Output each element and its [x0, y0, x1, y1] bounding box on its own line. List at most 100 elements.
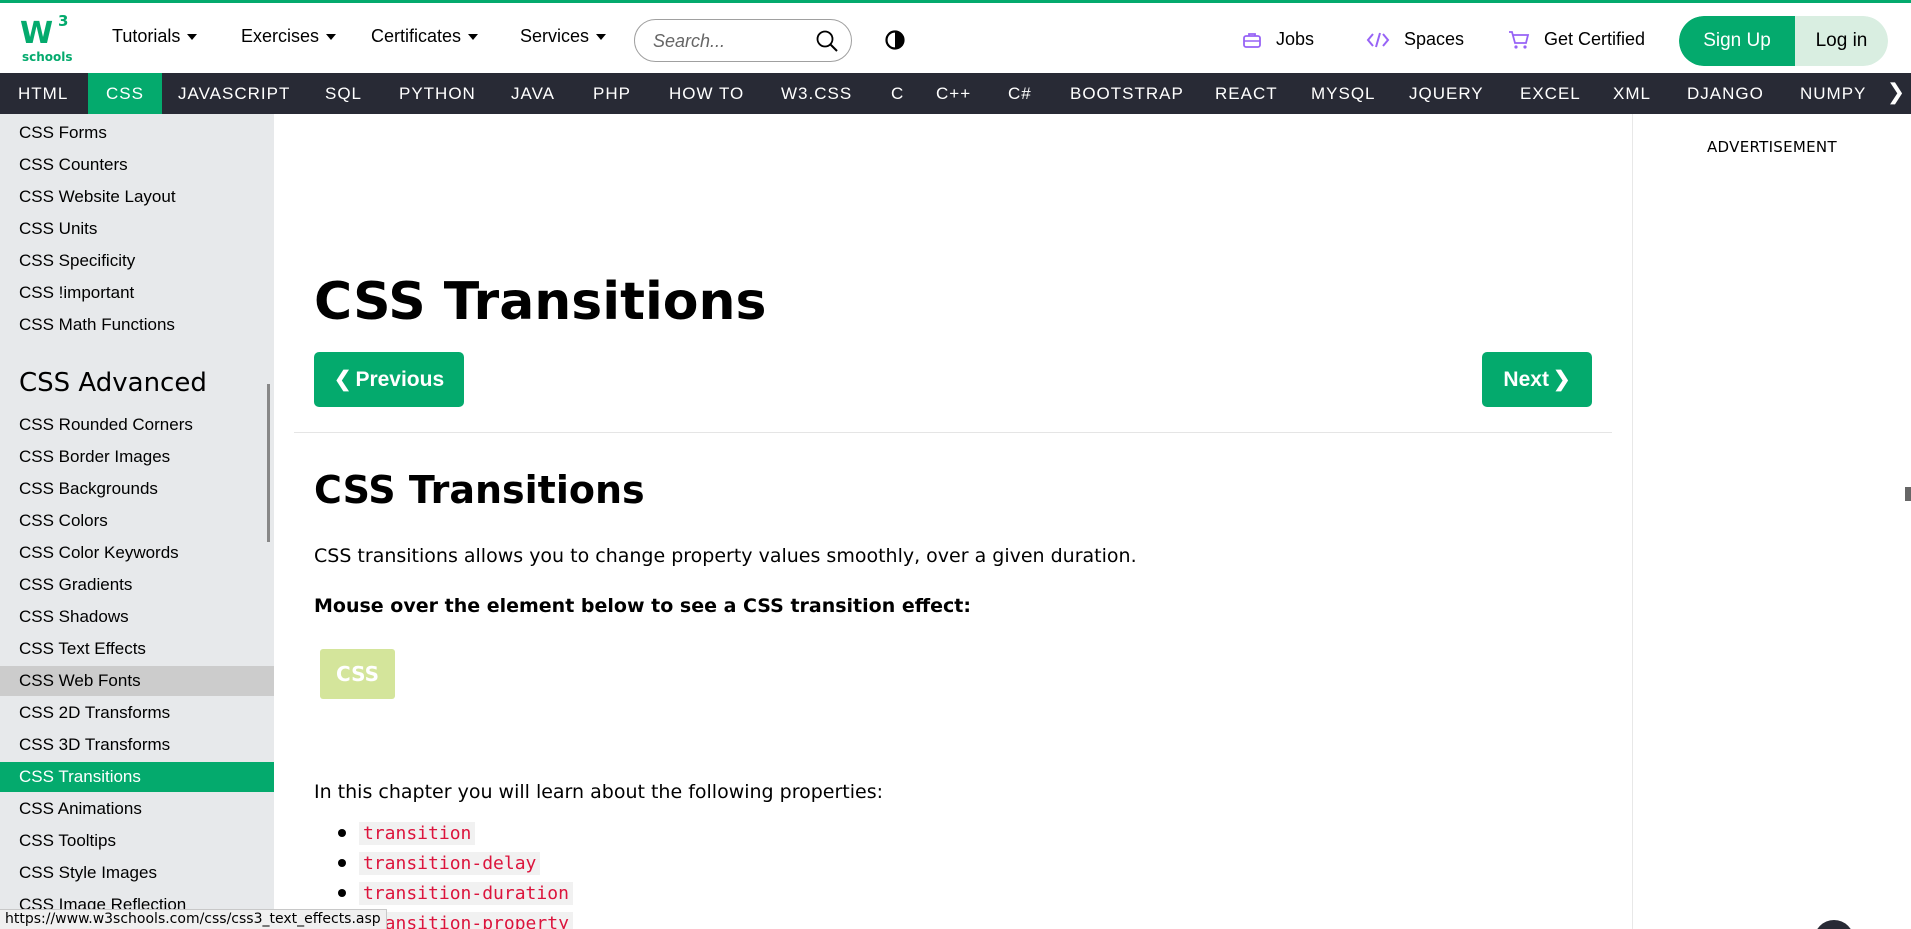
sidebar-item[interactable]: CSS !important: [0, 278, 274, 308]
chapter-intro: In this chapter you will learn about the…: [314, 781, 884, 803]
w3schools-logo[interactable]: W 3 schools: [20, 12, 74, 64]
topic-bar: HTML CSS JAVASCRIPT SQL PYTHON JAVA PHP …: [0, 73, 1911, 114]
sidebar-item[interactable]: CSS Colors: [0, 506, 274, 536]
topic-react[interactable]: REACT: [1197, 73, 1296, 114]
sidebar-scrollbar[interactable]: [267, 384, 270, 542]
sidebar-item[interactable]: CSS Counters: [0, 150, 274, 180]
topic-python[interactable]: PYTHON: [381, 73, 494, 114]
property-code: transition: [359, 821, 476, 845]
sidebar-item[interactable]: CSS 2D Transforms: [0, 698, 274, 728]
code-icon: [1366, 32, 1390, 47]
jobs-label: Jobs: [1276, 29, 1315, 49]
topic-java[interactable]: JAVA: [493, 73, 573, 114]
topic-html[interactable]: HTML: [0, 73, 86, 114]
page-title: CSS Transitions: [314, 272, 767, 332]
menu-certificates[interactable]: Certificates: [371, 26, 479, 47]
list-item: transition-duration: [314, 878, 573, 908]
chevron-down-icon: [187, 33, 198, 40]
jobs-link[interactable]: Jobs: [1242, 29, 1314, 50]
sidebar-item[interactable]: CSS Backgrounds: [0, 474, 274, 504]
topic-numpy[interactable]: NUMPY: [1782, 73, 1884, 114]
sidebar-item[interactable]: CSS Animations: [0, 794, 274, 824]
logo-mark: W: [20, 16, 53, 51]
page-scrollbar[interactable]: [1905, 487, 1911, 501]
bullet: [338, 829, 346, 837]
main-content: CSS Transitions ❮ Previous Next ❯ CSS Tr…: [274, 114, 1632, 929]
topic-cpp[interactable]: C++: [918, 73, 989, 114]
sidebar-item-active[interactable]: CSS Transitions: [0, 762, 274, 792]
sidebar-item[interactable]: CSS Color Keywords: [0, 538, 274, 568]
intro-text: CSS transitions allows you to change pro…: [314, 545, 1137, 567]
spaces-label: Spaces: [1404, 29, 1465, 49]
advertisement-label: ADVERTISEMENT: [1707, 138, 1837, 156]
chevron-down-icon: [326, 33, 337, 40]
search-input[interactable]: [653, 29, 803, 53]
topic-django[interactable]: DJANGO: [1669, 73, 1782, 114]
sidebar-item[interactable]: CSS Math Functions: [0, 310, 274, 340]
menu-exercises[interactable]: Exercises: [241, 26, 337, 47]
topic-jquery[interactable]: JQUERY: [1391, 73, 1502, 114]
sidebar-item[interactable]: CSS Units: [0, 214, 274, 244]
sidebar-item[interactable]: CSS Website Layout: [0, 182, 274, 212]
auth-buttons: Sign Up Log in: [1679, 16, 1888, 66]
sidebar-item-hovered[interactable]: CSS Web Fonts: [0, 666, 274, 696]
topic-how-to[interactable]: HOW TO: [651, 73, 762, 114]
sidebar-item[interactable]: CSS Specificity: [0, 246, 274, 276]
contrast-toggle-icon[interactable]: [884, 29, 906, 51]
bullet: [338, 859, 346, 867]
sidebar-item[interactable]: CSS Forms: [0, 118, 274, 148]
property-code: transition-property: [359, 911, 573, 929]
sidebar-item[interactable]: CSS Text Effects: [0, 634, 274, 664]
topic-javascript[interactable]: JAVASCRIPT: [160, 73, 308, 114]
get-certified-label: Get Certified: [1544, 29, 1646, 49]
topic-mysql[interactable]: MYSQL: [1293, 73, 1394, 114]
chevron-right-icon: ❯: [1552, 368, 1571, 391]
topic-bootstrap[interactable]: BOOTSTRAP: [1052, 73, 1202, 114]
sidebar-item[interactable]: CSS Gradients: [0, 570, 274, 600]
search-icon[interactable]: [815, 29, 839, 53]
next-button[interactable]: Next ❯: [1482, 352, 1592, 407]
sidebar-item[interactable]: CSS Rounded Corners: [0, 410, 274, 440]
sidebar-item[interactable]: CSS Border Images: [0, 442, 274, 472]
topic-xml[interactable]: XML: [1595, 73, 1669, 114]
menu-services[interactable]: Services: [520, 26, 607, 47]
topic-w3css[interactable]: W3.CSS: [763, 73, 870, 114]
right-ad-column: ADVERTISEMENT: [1632, 114, 1911, 929]
topic-csharp[interactable]: C#: [990, 73, 1050, 114]
divider: [294, 432, 1612, 433]
property-code: transition-duration: [359, 881, 573, 905]
status-url-bar: https://www.w3schools.com/css/css3_text_…: [0, 909, 387, 929]
sign-up-button[interactable]: Sign Up: [1679, 16, 1795, 66]
top-navigation: W 3 schools Tutorials Exercises Certific…: [0, 0, 1911, 73]
menu-exercises-label: Exercises: [241, 26, 320, 46]
sidebar-item[interactable]: CSS Tooltips: [0, 826, 274, 856]
menu-tutorials[interactable]: Tutorials: [112, 26, 198, 47]
topic-sql[interactable]: SQL: [307, 73, 380, 114]
sidebar-heading: CSS Advanced: [19, 368, 207, 398]
search-box: [634, 19, 852, 62]
property-code: transition-delay: [359, 851, 541, 875]
chevron-right-icon[interactable]: ❯: [1881, 73, 1911, 114]
section-heading: CSS Transitions: [314, 468, 645, 512]
bullet: [338, 889, 346, 897]
menu-services-label: Services: [520, 26, 590, 46]
sidebar-item[interactable]: CSS Style Images: [0, 858, 274, 888]
previous-label: Previous: [355, 367, 445, 391]
cart-icon: [1509, 30, 1530, 49]
briefcase-icon: [1243, 32, 1261, 48]
spaces-link[interactable]: Spaces: [1366, 29, 1464, 50]
topic-php[interactable]: PHP: [575, 73, 649, 114]
left-sidebar: CSS Forms CSS Counters CSS Website Layou…: [0, 114, 274, 929]
log-in-button[interactable]: Log in: [1795, 16, 1888, 66]
chevron-left-icon: ❮: [333, 368, 352, 391]
transition-demo-box[interactable]: CSS: [320, 649, 395, 699]
chevron-down-icon: [468, 33, 479, 40]
topic-c[interactable]: C: [873, 73, 922, 114]
sidebar-item[interactable]: CSS 3D Transforms: [0, 730, 274, 760]
sidebar-item[interactable]: CSS Shadows: [0, 602, 274, 632]
topic-css[interactable]: CSS: [88, 73, 162, 114]
get-certified-link[interactable]: Get Certified: [1508, 29, 1645, 50]
previous-button[interactable]: ❮ Previous: [314, 352, 464, 407]
topic-excel[interactable]: EXCEL: [1502, 73, 1599, 114]
menu-certificates-label: Certificates: [371, 26, 462, 46]
